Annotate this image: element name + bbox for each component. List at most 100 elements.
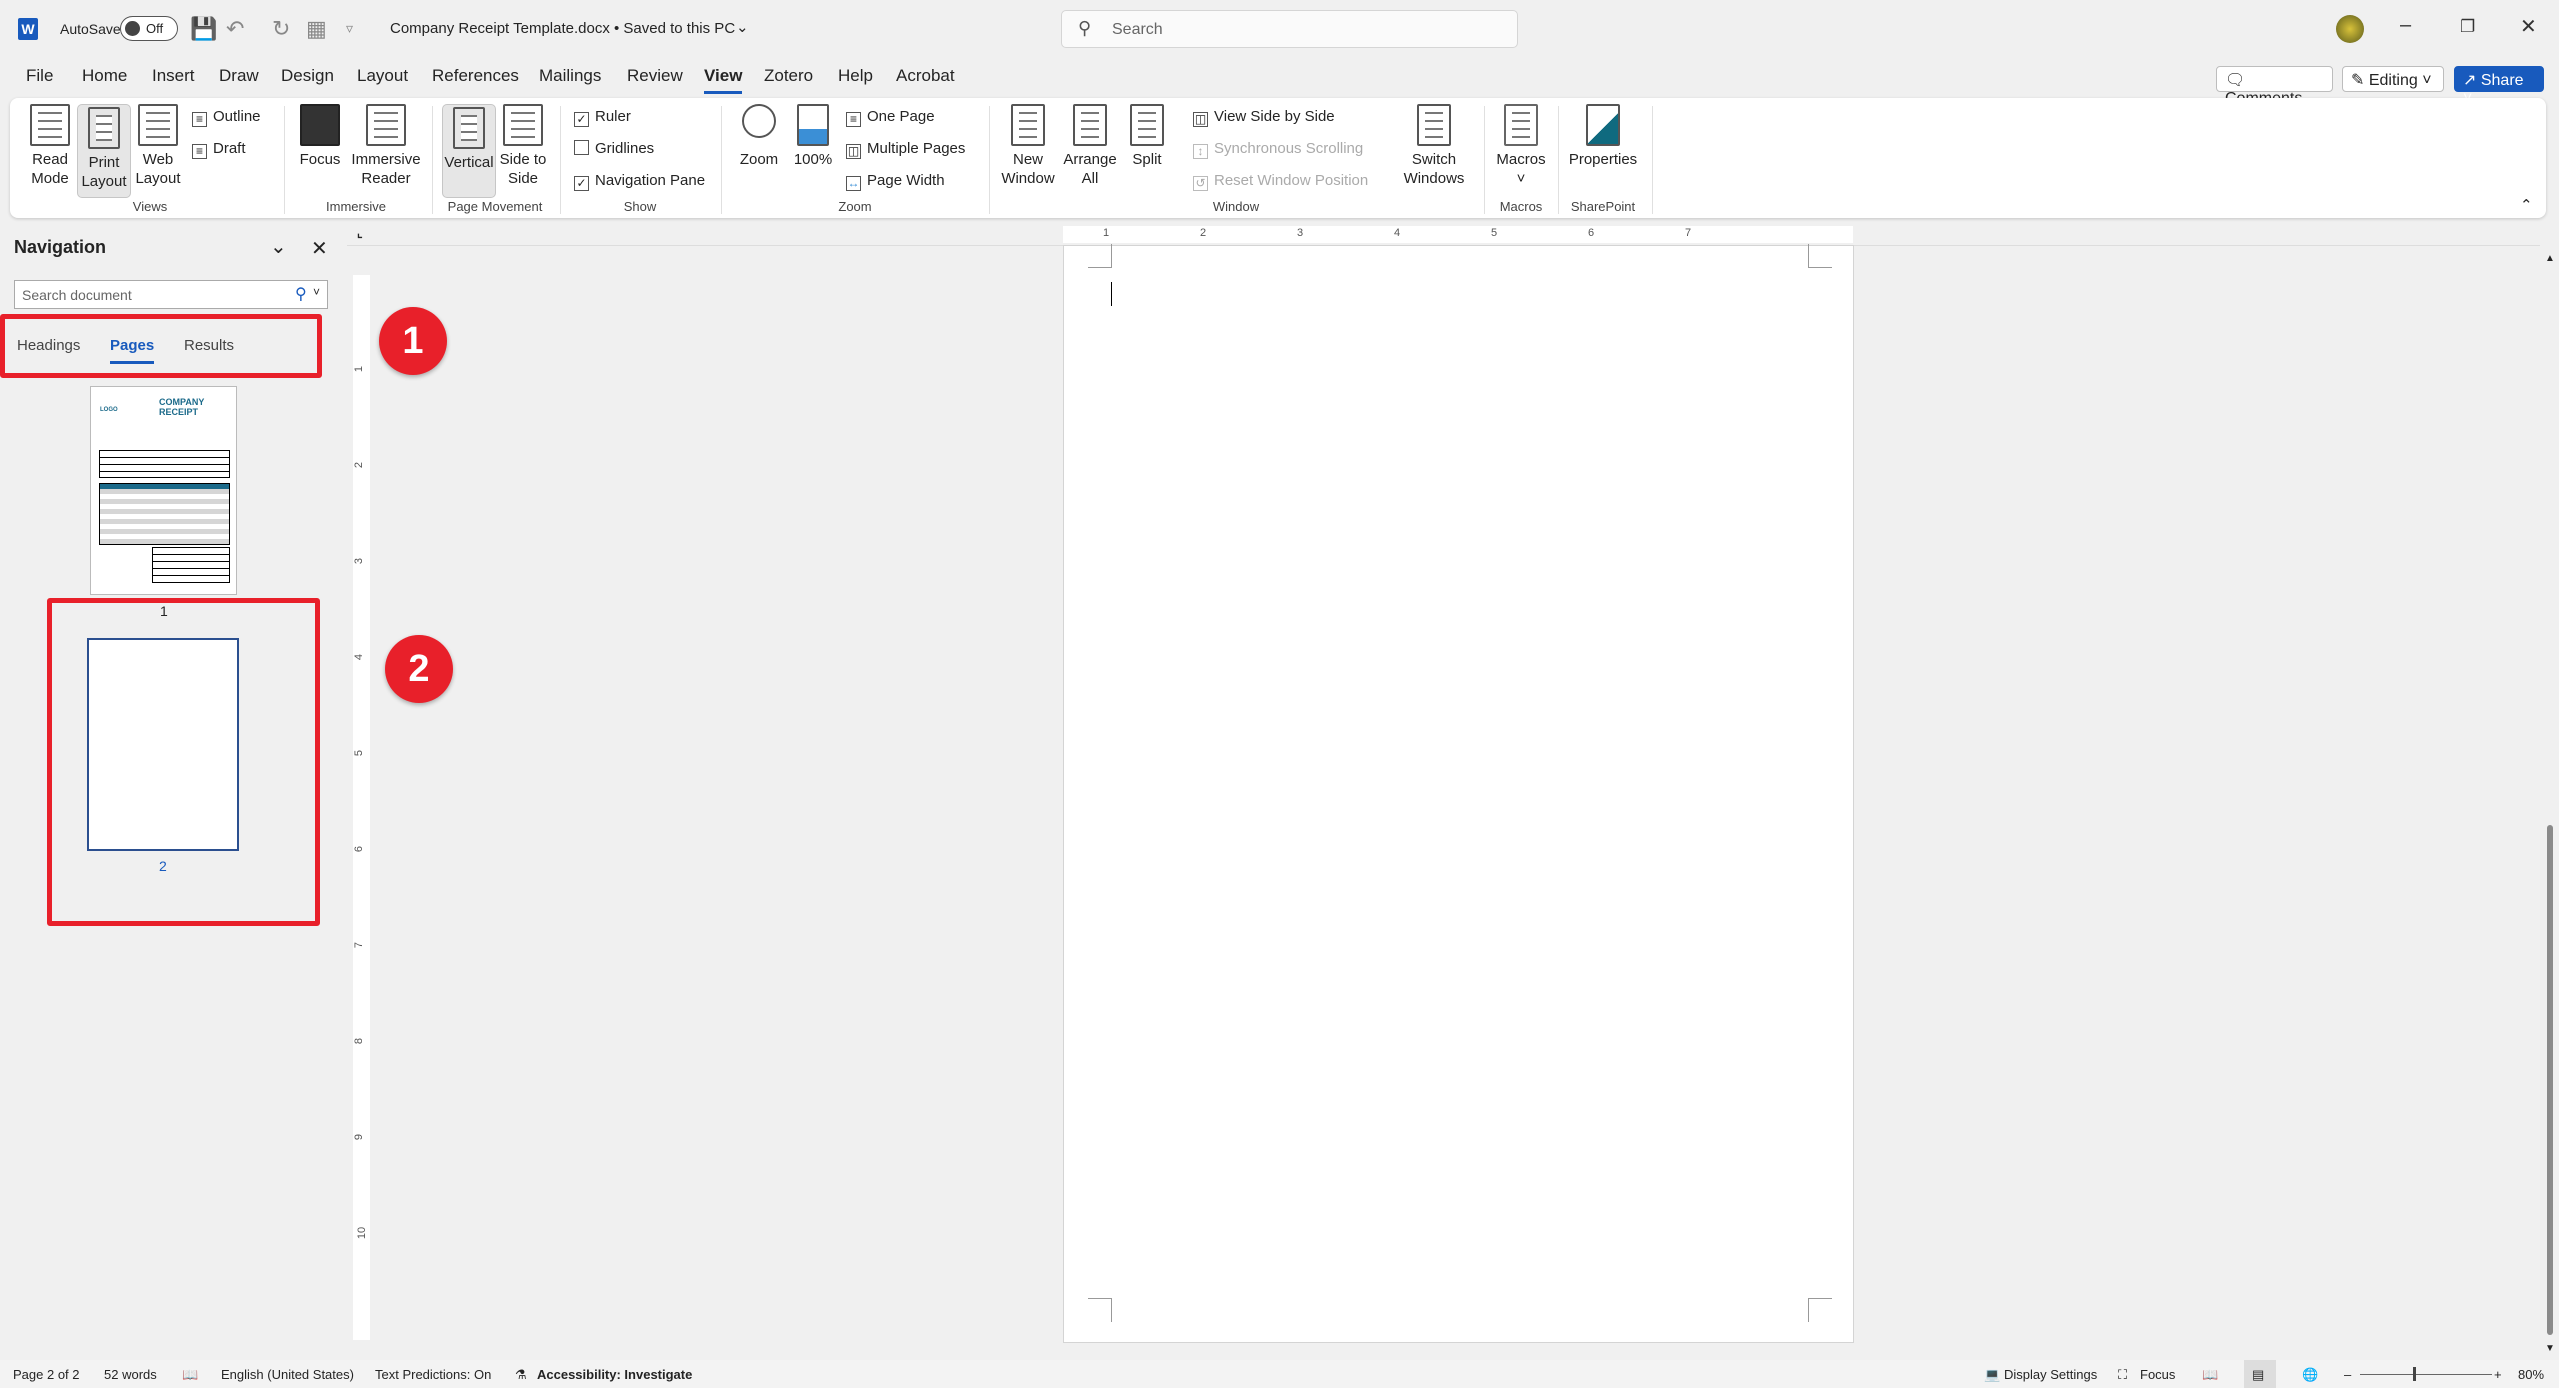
tab-layout[interactable]: Layout xyxy=(357,66,408,86)
tab-home[interactable]: Home xyxy=(82,66,127,86)
redo-icon[interactable]: ↻ xyxy=(272,16,290,42)
draft-label: Draft xyxy=(213,140,246,157)
tab-review[interactable]: Review xyxy=(627,66,683,86)
autosave-label: AutoSave xyxy=(60,21,121,37)
page-thumbnail-1[interactable]: COMPANY RECEIPT LOGO xyxy=(90,386,237,595)
thumbnail-logo: LOGO xyxy=(100,407,118,413)
outline-label: Outline xyxy=(213,108,261,125)
language[interactable]: English (United States) xyxy=(221,1367,354,1382)
save-icon[interactable]: 💾 xyxy=(190,16,217,42)
zoom-slider-thumb[interactable] xyxy=(2412,1367,2416,1381)
customize-qat-icon[interactable]: ▿ xyxy=(346,20,353,37)
tab-file[interactable]: File xyxy=(26,66,53,86)
accessibility-status[interactable]: Accessibility: Investigate xyxy=(537,1367,692,1382)
proofing-icon[interactable]: 📖 xyxy=(182,1367,198,1383)
view-side-by-side-button[interactable]: ◫ View Side by Side xyxy=(1193,108,1335,127)
focus-mode[interactable]: Focus xyxy=(2140,1367,2175,1382)
tab-help[interactable]: Help xyxy=(838,66,873,86)
thumbnail-totals-table xyxy=(152,547,230,583)
zoom-100-button[interactable]: 100% xyxy=(773,104,853,169)
multiple-pages-icon: ◫ xyxy=(846,144,861,159)
vertical-ruler[interactable]: 1 2 3 4 5 6 7 8 9 10 xyxy=(353,275,370,1340)
tab-design[interactable]: Design xyxy=(281,66,334,86)
minimize-icon[interactable]: – xyxy=(2400,14,2411,37)
side-to-side-button[interactable]: Side to Side xyxy=(483,104,563,188)
annotation-badge-1: 1 xyxy=(379,307,447,375)
document-title[interactable]: Company Receipt Template.docx • Saved to… xyxy=(390,20,735,37)
properties-button[interactable]: Properties xyxy=(1563,104,1643,169)
immersive-reader-button[interactable]: Immersive Reader xyxy=(346,104,426,188)
chevron-down-icon[interactable]: ⌄ xyxy=(270,234,287,259)
editing-button[interactable]: ✎ Editing ˅ xyxy=(2342,66,2444,92)
arrange-all-icon xyxy=(1073,104,1107,146)
synchronous-scrolling-button[interactable]: ↕ Synchronous Scrolling xyxy=(1193,140,1363,159)
search-document-input[interactable]: Search document ⚲ ˅ xyxy=(14,280,328,309)
print-layout-view-icon[interactable]: ▤ xyxy=(2252,1367,2264,1383)
page-width-button[interactable]: ↔ Page Width xyxy=(846,172,945,191)
synchronous-scrolling-label: Synchronous Scrolling xyxy=(1214,140,1364,157)
avatar[interactable] xyxy=(2336,15,2364,43)
split-button[interactable]: Split xyxy=(1107,104,1187,169)
switch-windows-button[interactable]: Switch Windows xyxy=(1394,104,1474,188)
chevron-down-icon[interactable]: ⌄ xyxy=(736,18,749,36)
tab-zotero[interactable]: Zotero xyxy=(764,66,813,86)
tab-stop-icon[interactable]: ⌞ xyxy=(357,226,363,240)
tab-mailings[interactable]: Mailings xyxy=(539,66,601,86)
vertical-scrollbar[interactable]: ▲ ▼ xyxy=(2540,245,2559,1360)
immersive-reader-icon xyxy=(366,104,406,146)
chevron-down-icon[interactable]: ˅ xyxy=(313,285,320,299)
page-count[interactable]: Page 2 of 2 xyxy=(13,1367,80,1382)
checkbox-empty-icon xyxy=(574,140,589,155)
tab-draw[interactable]: Draw xyxy=(219,66,259,86)
web-layout-button[interactable]: Web Layout xyxy=(118,104,198,188)
tab-acrobat[interactable]: Acrobat xyxy=(896,66,955,86)
book-icon xyxy=(30,104,70,146)
scroll-up-icon[interactable]: ▲ xyxy=(2545,253,2555,264)
reset-window-position-button[interactable]: ↺ Reset Window Position xyxy=(1193,172,1368,191)
web-layout-view-icon[interactable]: 🌐 xyxy=(2302,1367,2318,1383)
document-page[interactable] xyxy=(1063,244,1854,1343)
annotation-badge-2: 2 xyxy=(385,635,453,703)
table-icon[interactable]: ▦ xyxy=(306,16,327,42)
gridlines-checkbox[interactable]: Gridlines xyxy=(574,140,654,157)
one-page-button[interactable]: ≡ One Page xyxy=(846,108,935,127)
read-mode-view-icon[interactable]: 📖 xyxy=(2202,1367,2218,1383)
draft-button[interactable]: ≡ Draft xyxy=(192,140,246,159)
scrollbar-thumb[interactable] xyxy=(2547,825,2553,1335)
horizontal-ruler[interactable]: 1 2 3 4 5 6 7 xyxy=(1063,226,1853,243)
undo-icon[interactable]: ↶ xyxy=(226,16,244,42)
zoom-out-icon[interactable]: – xyxy=(2344,1367,2351,1382)
search-icon[interactable]: ⚲ xyxy=(295,284,307,304)
multiple-pages-button[interactable]: ◫ Multiple Pages xyxy=(846,140,965,159)
close-pane-icon[interactable]: ✕ xyxy=(311,236,328,261)
display-settings[interactable]: Display Settings xyxy=(2004,1367,2097,1382)
restore-icon[interactable]: ❐ xyxy=(2460,17,2475,37)
autosave-toggle[interactable]: Off xyxy=(120,16,178,41)
share-button[interactable]: ↗ Share ˅ xyxy=(2454,66,2544,107)
tab-references[interactable]: References xyxy=(432,66,519,86)
reset-window-position-label: Reset Window Position xyxy=(1214,172,1369,189)
chevron-down-icon: ˅ xyxy=(1516,170,1526,187)
margin-corner xyxy=(1808,1298,1832,1322)
outline-button[interactable]: ≡ Outline xyxy=(192,108,261,127)
text-predictions[interactable]: Text Predictions: On xyxy=(375,1367,491,1382)
group-label-show: Show xyxy=(623,199,657,214)
scroll-down-icon[interactable]: ▼ xyxy=(2545,1343,2555,1354)
group-label-immersive: Immersive xyxy=(326,199,386,214)
word-count[interactable]: 52 words xyxy=(104,1367,157,1382)
comments-button[interactable]: 🗨 Comments xyxy=(2216,66,2333,107)
navigation-pane-label: Navigation Pane xyxy=(595,172,706,189)
zoom-level[interactable]: 80% xyxy=(2518,1367,2544,1382)
collapse-ribbon-icon[interactable]: ⌃ xyxy=(2520,196,2533,214)
navigation-pane-checkbox[interactable]: ✓ Navigation Pane xyxy=(574,172,705,191)
macros-button[interactable]: Macros ˅ xyxy=(1481,104,1561,188)
search-box[interactable]: ⚲ Search xyxy=(1061,10,1518,48)
ruler-checkbox[interactable]: ✓ Ruler xyxy=(574,108,631,127)
tab-insert[interactable]: Insert xyxy=(152,66,195,86)
zoom-slider[interactable] xyxy=(2360,1374,2492,1375)
tab-view[interactable]: View xyxy=(704,66,743,94)
zoom-in-icon[interactable]: + xyxy=(2494,1367,2502,1382)
close-icon[interactable]: ✕ xyxy=(2520,14,2537,39)
checkmark-icon: ✓ xyxy=(574,112,589,127)
immersive-reader-label: Immersive Reader xyxy=(351,151,421,187)
